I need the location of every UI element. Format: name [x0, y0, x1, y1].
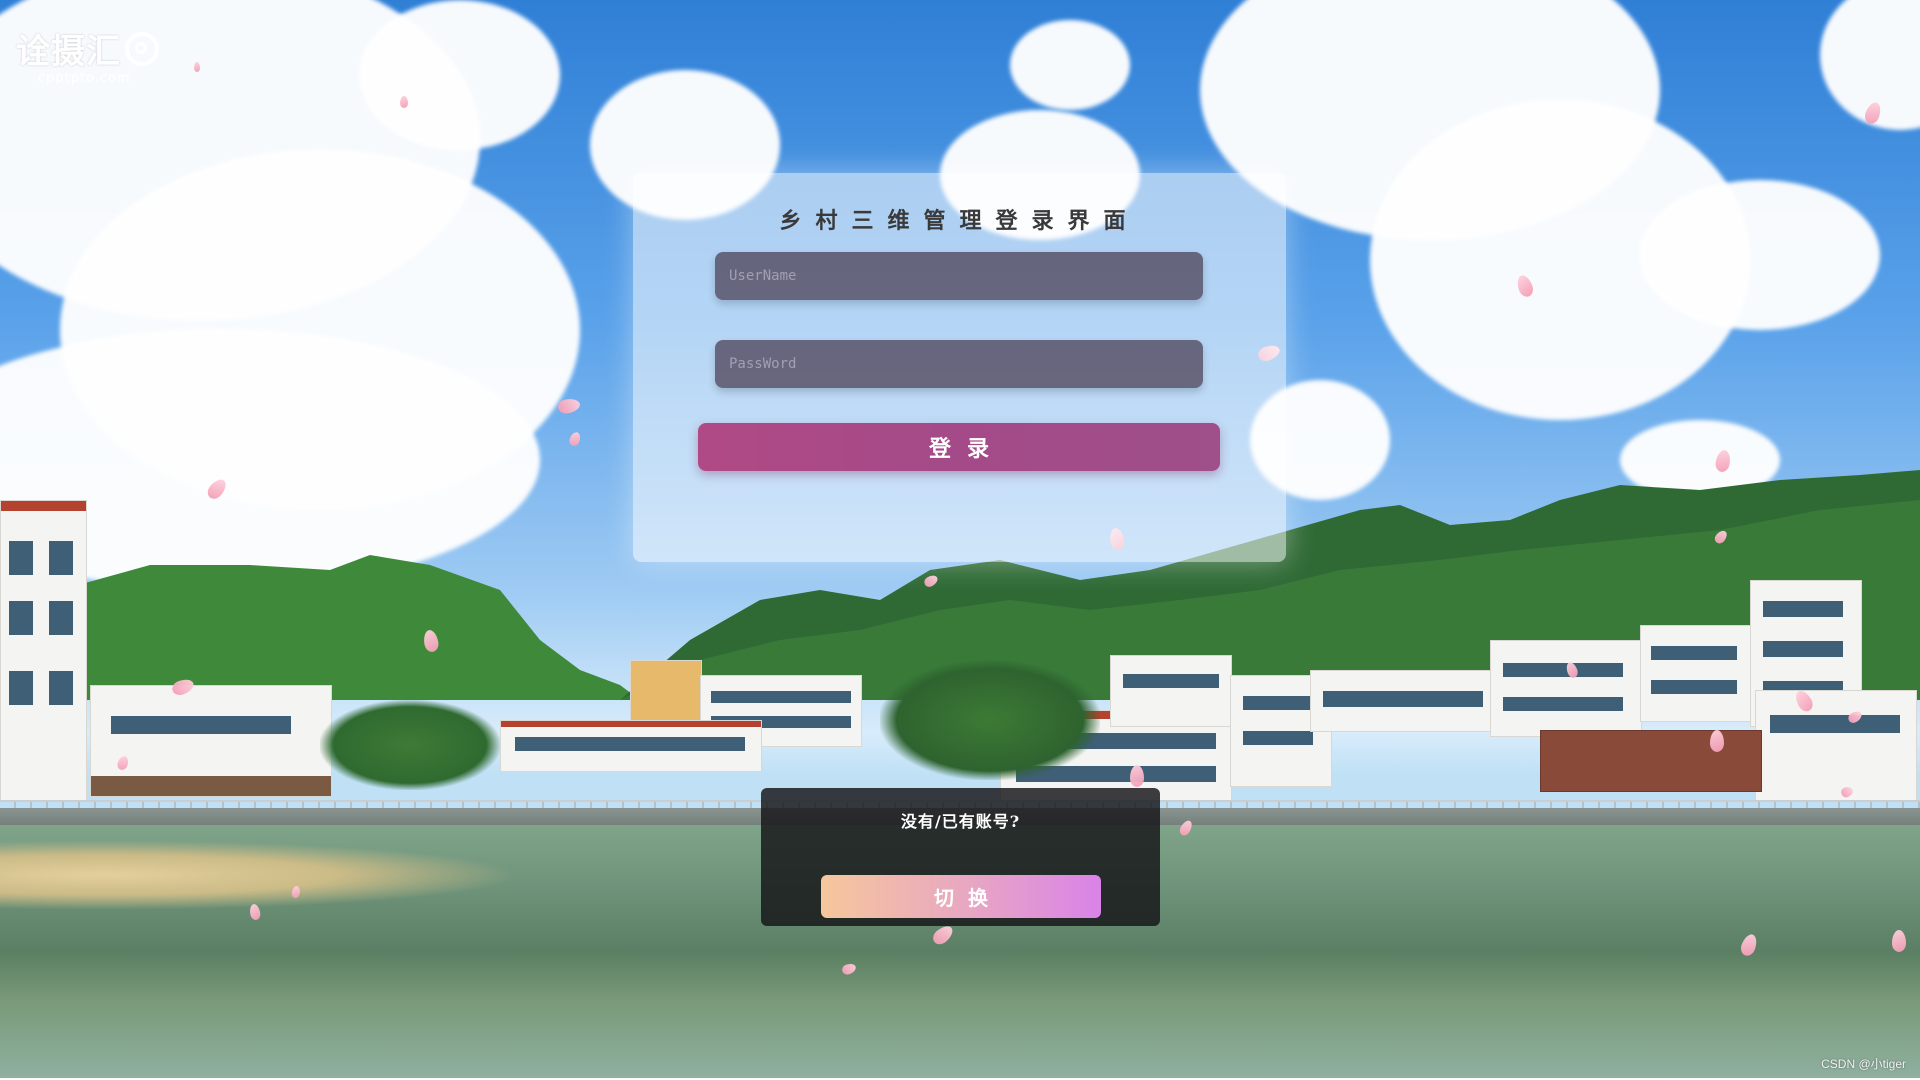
watermark: CSDN @小tiger — [1821, 1057, 1906, 1071]
building — [500, 720, 762, 772]
site-logo: 诠摄汇 cpptpto.com — [16, 24, 159, 86]
logo-text: 诠摄汇 — [16, 32, 121, 72]
petal — [1130, 765, 1144, 787]
login-button[interactable]: 登录 — [698, 423, 1220, 471]
cloud — [1010, 20, 1130, 110]
sandbar — [0, 840, 520, 910]
trees — [320, 700, 500, 790]
switch-panel: 没有/已有账号? 切换 — [761, 788, 1160, 926]
petal — [556, 397, 582, 415]
camera-icon — [125, 31, 159, 66]
switch-button[interactable]: 切换 — [821, 875, 1101, 918]
petal — [1892, 930, 1906, 952]
building — [630, 660, 702, 722]
petal — [567, 430, 583, 448]
building — [1540, 730, 1762, 792]
building — [1490, 640, 1642, 737]
cloud — [1640, 180, 1880, 330]
building — [1310, 670, 1502, 732]
building — [1755, 690, 1917, 802]
building — [1640, 625, 1752, 722]
building — [1110, 655, 1232, 727]
password-input[interactable] — [715, 340, 1203, 388]
building — [90, 685, 332, 797]
petal — [194, 62, 200, 72]
cloud — [360, 0, 560, 150]
petal — [1710, 730, 1724, 752]
switch-prompt: 没有/已有账号? — [900, 812, 1021, 831]
login-panel: 乡村三维管理登录界面 登录 — [633, 173, 1286, 562]
logo-subtext: cpptpto.com — [38, 71, 131, 86]
username-input[interactable] — [715, 252, 1203, 300]
trees — [880, 660, 1100, 780]
petal — [400, 96, 408, 108]
building — [0, 500, 87, 802]
login-title: 乡村三维管理登录界面 — [779, 208, 1140, 234]
